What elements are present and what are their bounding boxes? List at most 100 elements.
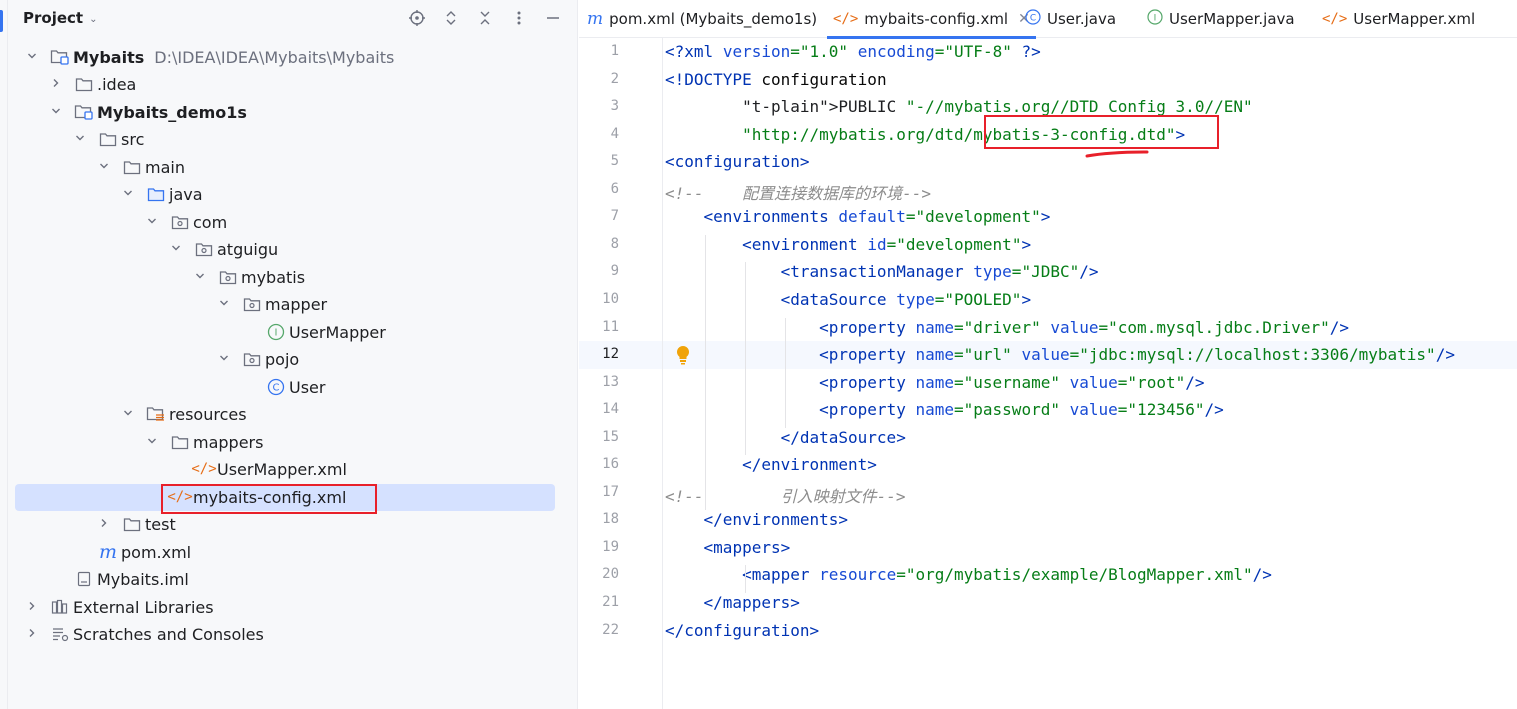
code-line[interactable]: <environments default="development"> <box>665 207 1051 226</box>
code-line[interactable]: </environments> <box>665 510 849 529</box>
tree-item[interactable]: mybatis <box>0 264 570 290</box>
tree-item-text: mapper <box>265 294 328 314</box>
tree-item[interactable]: mapper <box>0 291 570 317</box>
chevron-down-icon[interactable] <box>217 297 231 312</box>
tree-item-text: UserMapper <box>289 322 386 342</box>
package-icon <box>242 349 262 369</box>
tab-mybaits-config-xml[interactable]: </> mybaits-config.xml ✕ <box>827 0 1036 39</box>
tree-item-text: Mybaits <box>73 47 145 67</box>
code-line[interactable]: <?xml version="1.0" encoding="UTF-8" ?> <box>665 42 1041 61</box>
code-line[interactable]: </mappers> <box>665 593 800 612</box>
chevron-down-icon[interactable] <box>217 352 231 367</box>
tree-item-label: resources <box>169 405 247 424</box>
code-line[interactable]: </environment> <box>665 455 877 474</box>
tree-item[interactable]: </> UserMapper.xml <box>0 456 570 482</box>
chevron-down-icon[interactable] <box>73 132 87 147</box>
chevron-down-icon[interactable] <box>97 160 111 175</box>
hide-panel-icon[interactable] <box>543 6 563 30</box>
annotation-underline <box>1085 150 1149 158</box>
tree-item[interactable]: test <box>0 511 570 537</box>
tree-item-label: Mybaits_demo1s <box>97 103 247 122</box>
tree-item-label: mapper <box>265 295 327 314</box>
tree-item[interactable]: Mybaits D:\IDEA\IDEA\Mybaits\Mybaits <box>0 44 570 70</box>
tree-item[interactable]: atguigu <box>0 236 570 262</box>
chevron-down-icon[interactable] <box>145 215 159 230</box>
chevron-right-icon[interactable] <box>25 600 39 615</box>
tab-pom-xml[interactable]: m pom.xml (Mybaits_demo1s) <box>587 0 817 38</box>
indent-guide <box>745 262 746 456</box>
folder-icon <box>122 514 142 534</box>
chevron-down-icon[interactable] <box>121 407 135 422</box>
tree-item[interactable]: java <box>0 181 570 207</box>
tree-item[interactable]: Mybaits_demo1s <box>0 99 570 125</box>
chevron-down-icon[interactable] <box>145 435 159 450</box>
maven-icon: m <box>587 9 604 29</box>
xml-file-icon: </> <box>833 11 859 27</box>
module-folder-icon <box>50 47 70 67</box>
chevron-down-icon[interactable] <box>169 242 183 257</box>
tree-item-label: main <box>145 158 185 177</box>
tree-item[interactable]: C User <box>0 374 570 400</box>
code-line[interactable]: <configuration> <box>665 152 810 171</box>
code-line[interactable]: <property name="url" value="jdbc:mysql:/… <box>665 345 1455 364</box>
line-number: 19 <box>602 538 619 555</box>
chevron-right-icon[interactable] <box>25 627 39 642</box>
more-options-icon[interactable] <box>509 6 529 30</box>
tree-item[interactable]: resources <box>0 401 570 427</box>
code-line[interactable]: </configuration> <box>665 621 819 640</box>
line-number: 14 <box>602 401 619 418</box>
source-folder-icon <box>146 184 166 204</box>
chevron-down-icon[interactable] <box>193 270 207 285</box>
code-line[interactable]: <!DOCTYPE configuration <box>665 70 887 89</box>
tab-label: mybaits-config.xml <box>864 10 1009 28</box>
tree-item-label: UserMapper <box>289 323 386 342</box>
tree-item[interactable]: .idea <box>0 71 570 97</box>
expand-all-icon[interactable] <box>441 6 461 30</box>
tree-item[interactable]: main <box>0 154 570 180</box>
tree-item[interactable]: m pom.xml <box>0 539 570 565</box>
tree-item[interactable]: Scratches and Consoles <box>0 621 570 647</box>
tab-usermapper-java[interactable]: I UserMapper.java <box>1147 0 1295 38</box>
chevron-right-icon[interactable] <box>49 77 63 92</box>
code-line[interactable]: <property name="driver" value="com.mysql… <box>665 318 1349 337</box>
lightbulb-icon[interactable] <box>675 345 691 365</box>
code-line[interactable]: <transactionManager type="JDBC"/> <box>665 262 1099 281</box>
code-line[interactable]: <dataSource type="POOLED"> <box>665 290 1031 309</box>
tab-label: User.java <box>1047 10 1117 28</box>
code-line[interactable]: <mapper resource="org/mybatis/example/Bl… <box>665 565 1272 584</box>
tree-item-text: Mybaits_demo1s <box>97 102 247 122</box>
tree-item-text: test <box>145 514 176 534</box>
chevron-down-icon[interactable] <box>49 105 63 120</box>
module-folder-icon <box>74 102 94 122</box>
tree-item[interactable]: External Libraries <box>0 594 570 620</box>
project-panel-title[interactable]: Project ⌄ <box>23 9 97 27</box>
tree-item[interactable]: I UserMapper <box>0 319 570 345</box>
tab-user-java[interactable]: C User.java <box>1025 0 1116 38</box>
code-line[interactable]: "t-plain">PUBLIC "-//mybatis.org//DTD Co… <box>665 97 1253 116</box>
chevron-down-icon[interactable] <box>25 50 39 65</box>
tree-item-text: pom.xml <box>121 542 192 562</box>
locate-icon[interactable] <box>407 6 427 30</box>
chevron-down-icon[interactable] <box>121 187 135 202</box>
chevron-right-icon[interactable] <box>97 517 111 532</box>
code-line[interactable]: <!-- 引入映射文件--> <box>665 483 906 507</box>
tree-item[interactable]: Mybaits.iml <box>0 566 570 592</box>
code-line[interactable]: <property name="password" value="123456"… <box>665 400 1224 419</box>
line-number: 12 <box>602 346 619 363</box>
line-number: 21 <box>602 594 619 610</box>
line-number: 11 <box>602 318 619 335</box>
code-line[interactable]: <!-- 配置连接数据库的环境--> <box>665 180 931 204</box>
tree-item-text: main <box>145 157 185 177</box>
tree-item-label: Scratches and Consoles <box>73 625 264 644</box>
code-line[interactable]: </dataSource> <box>665 428 906 447</box>
tab-usermapper-xml[interactable]: </> UserMapper.xml <box>1322 0 1475 38</box>
tree-item-text: External Libraries <box>73 597 214 617</box>
code-line[interactable]: <environment id="development"> <box>665 235 1031 254</box>
tree-item[interactable]: mappers <box>0 429 570 455</box>
tree-item[interactable]: com <box>0 209 570 235</box>
tree-item[interactable]: pojo <box>0 346 570 372</box>
tree-item[interactable]: src <box>0 126 570 152</box>
collapse-all-icon[interactable] <box>475 6 495 30</box>
tab-label: pom.xml (Mybaits_demo1s) <box>609 10 818 28</box>
code-line[interactable]: <mappers> <box>665 538 791 557</box>
